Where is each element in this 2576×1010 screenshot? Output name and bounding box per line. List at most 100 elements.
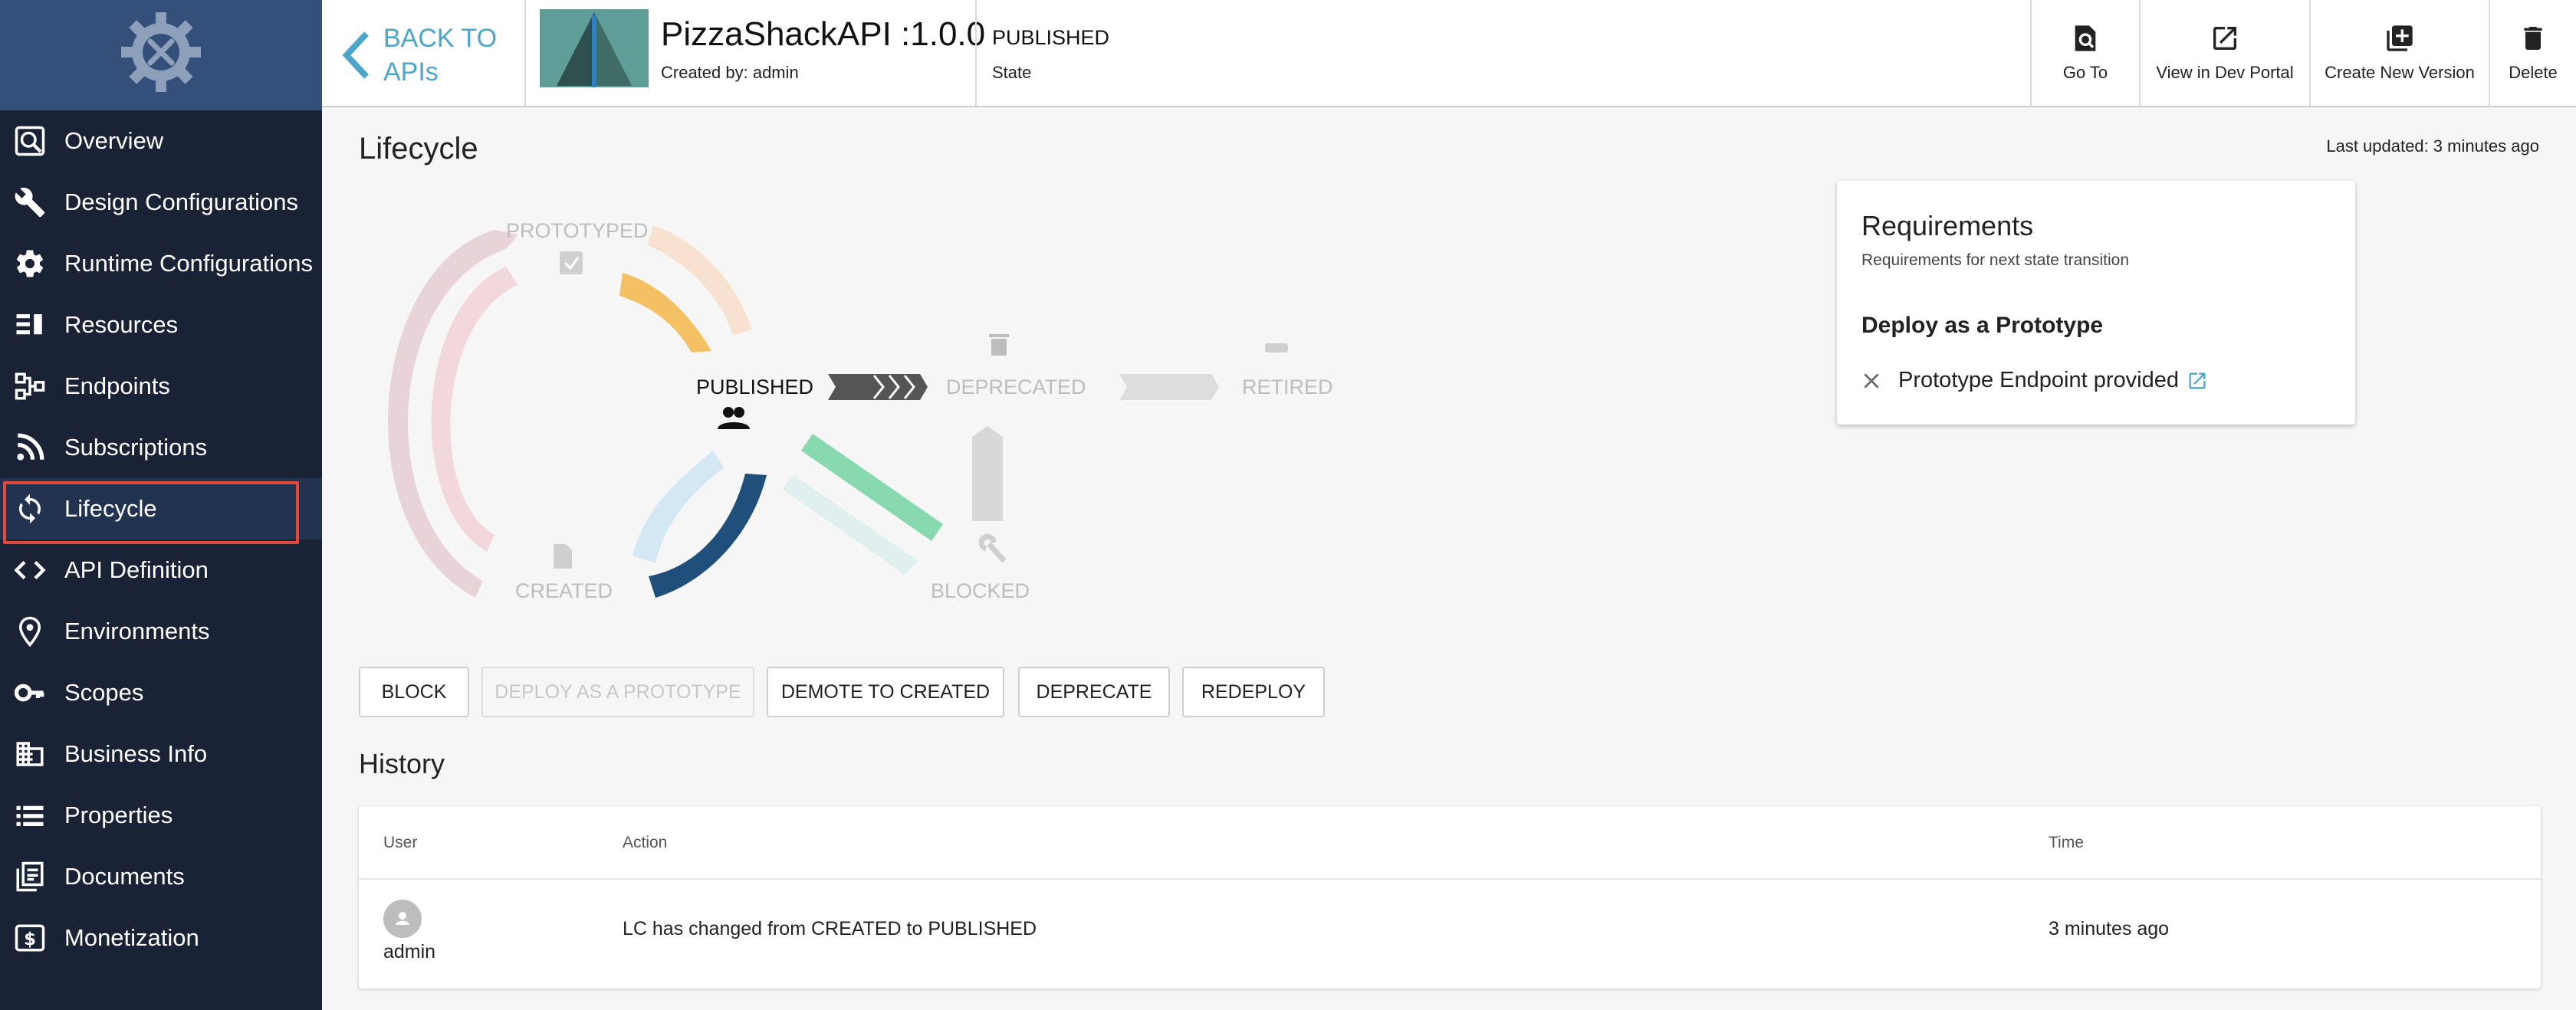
arc-published-to-created-dark (649, 474, 767, 598)
block-button[interactable]: BLOCK (359, 667, 469, 717)
delete-button[interactable]: Delete (2490, 0, 2576, 106)
sidebar-item-environments[interactable]: Environments (0, 601, 322, 662)
prototyped-check-icon (560, 251, 583, 274)
arrow-blocked-to-deprecated (972, 426, 1003, 521)
gear-tools-logo-icon (121, 12, 201, 92)
sidebar-item-subscriptions[interactable]: Subscriptions (0, 417, 322, 478)
trash-icon (2524, 27, 2542, 50)
code-icon (12, 553, 48, 588)
blocked-wrench-icon (978, 533, 1007, 563)
sidebar-item-resources[interactable]: Resources (0, 294, 322, 356)
create-new-version-button[interactable]: Create New Version (2311, 0, 2489, 106)
delete-label: Delete (2509, 63, 2558, 82)
back-label: BACK TO APIs (383, 24, 498, 87)
building-icon (12, 736, 48, 772)
open-external-link-icon[interactable] (2187, 370, 2208, 392)
arrow-deprecated-to-retired (1119, 374, 1219, 400)
sidebar-item-label: Documents (64, 863, 185, 890)
state-prototyped-label: PROTOTYPED (506, 219, 649, 242)
header-divider (524, 0, 526, 106)
state-blocked-label: BLOCKED (931, 579, 1030, 602)
last-updated-text: Last updated: 3 minutes ago (2326, 136, 2539, 156)
lifecycle-diagram-svg (388, 225, 1288, 598)
sidebar-item-label: API Definition (64, 556, 209, 583)
publisher-logo[interactable] (0, 0, 322, 110)
history-user: admin (383, 941, 436, 962)
requirement-item-text: Prototype Endpoint provided (1898, 368, 2179, 392)
arc-published-to-blocked-light (782, 475, 918, 575)
api-header: BACK TO APIs PizzaShackAPI :1.0.0 Create… (322, 0, 2576, 107)
requirement-heading: Deploy as a Prototype (1861, 313, 2104, 338)
column-header-user: User (383, 834, 418, 851)
column-header-action: Action (623, 834, 668, 851)
requirements-subtitle: Requirements for next state transition (1861, 251, 2130, 269)
arc-prototyped-to-created-inner (431, 267, 518, 552)
lifecycle-icon (12, 491, 48, 526)
sidebar-item-label: Runtime Configurations (64, 250, 313, 277)
create-new-version-label: Create New Version (2325, 63, 2475, 82)
sidebar-item-label: Resources (64, 311, 179, 338)
demote-to-created-button[interactable]: DEMOTE TO CREATED (767, 667, 1004, 717)
history-action: LC has changed from CREATED to PUBLISHED (623, 918, 1037, 939)
key-icon (12, 675, 48, 710)
avatar (383, 900, 422, 938)
list-icon (12, 798, 48, 833)
column-header-time: Time (2049, 834, 2084, 851)
sidebar-item-label: Subscriptions (64, 434, 208, 461)
history-time: 3 minutes ago (2049, 918, 2170, 939)
sidebar-item-documents[interactable]: Documents (0, 846, 322, 907)
person-icon (396, 912, 409, 925)
lifecycle-diagram: PROTOTYPED PUBLISHED DEPRECATED RETIRED … (353, 207, 1349, 621)
location-pin-icon (12, 614, 48, 649)
sidebar-item-lifecycle[interactable]: Lifecycle (0, 478, 322, 539)
api-thumbnail-image (540, 9, 649, 87)
sidebar-item-label: Overview (64, 127, 164, 154)
sidebar-item-label: Properties (64, 802, 173, 828)
redeploy-button[interactable]: REDEPLOY (1182, 667, 1325, 717)
table-divider (359, 878, 2541, 880)
retired-sign-icon (1265, 343, 1288, 353)
sidebar-item-label: Scopes (64, 679, 144, 706)
state-published-label: PUBLISHED (696, 375, 814, 398)
search-document-icon (2075, 25, 2096, 51)
wrench-icon (12, 185, 48, 220)
state-label: State (992, 63, 1032, 82)
state-value: PUBLISHED (992, 26, 1110, 49)
sidebar-item-api-definition[interactable]: API Definition (0, 539, 322, 601)
documents-icon (12, 859, 48, 894)
created-document-icon (554, 544, 572, 569)
sidebar-item-overview[interactable]: Overview (0, 110, 322, 172)
arc-prototyped-to-published-light (648, 225, 751, 336)
sidebar-item-label: Endpoints (64, 372, 170, 399)
api-created-by: Created by: admin (661, 63, 799, 82)
go-to-label: Go To (2062, 63, 2108, 82)
sidebar-item-endpoints[interactable]: Endpoints (0, 356, 322, 417)
api-thumbnail (540, 9, 649, 87)
sidebar-item-monetization[interactable]: $ Monetization (0, 907, 322, 969)
published-users-icon (718, 407, 750, 429)
go-to-button[interactable]: Go To (2032, 0, 2139, 106)
sidebar-item-business-info[interactable]: Business Info (0, 723, 322, 785)
library-add-icon (2387, 25, 2413, 51)
back-to-apis-button[interactable]: BACK TO APIs (339, 17, 508, 93)
sidebar-item-label: Business Info (64, 740, 208, 767)
requirements-card: Requirements Requirements for next state… (1837, 181, 2355, 425)
header-divider (975, 0, 977, 106)
sidebar-item-design-configurations[interactable]: Design Configurations (0, 172, 322, 233)
monetization-icon: $ (12, 920, 48, 956)
deprecate-button[interactable]: DEPRECATE (1018, 667, 1170, 717)
sidebar-item-label: Monetization (64, 924, 199, 951)
arc-blocked-to-published-green (801, 434, 943, 541)
svg-text:$: $ (24, 930, 36, 949)
view-in-dev-portal-label: View in Dev Portal (2156, 63, 2294, 82)
sidebar-item-runtime-configurations[interactable]: Runtime Configurations (0, 233, 322, 294)
sidebar-item-scopes[interactable]: Scopes (0, 662, 322, 723)
view-in-dev-portal-button[interactable]: View in Dev Portal (2141, 0, 2309, 106)
close-icon (1864, 372, 1879, 389)
sidebar-item-label: Design Configurations (64, 189, 299, 215)
history-table: User Action Time admin LC has changed fr… (359, 806, 2541, 989)
sidebar-item-label: Lifecycle (64, 495, 157, 522)
sidebar-item-properties[interactable]: Properties (0, 785, 322, 846)
deploy-as-prototype-button[interactable]: DEPLOY AS A PROTOTYPE (481, 667, 754, 717)
api-name: PizzaShackAPI :1.0.0 (661, 15, 986, 53)
